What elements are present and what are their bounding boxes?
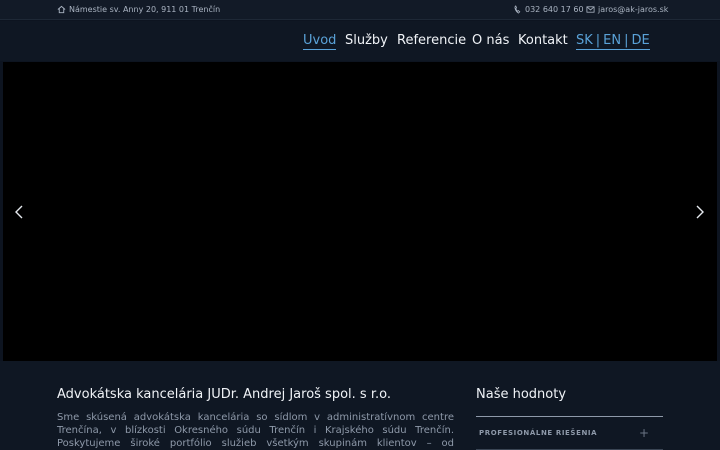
email-text[interactable]: jaros@ak-jaros.sk bbox=[598, 5, 668, 14]
address: Námestie sv. Anny 20, 911 01 Trenčín bbox=[57, 5, 220, 14]
values-title: Naše hodnoty bbox=[476, 387, 567, 402]
hero-slider bbox=[3, 62, 717, 361]
lang-de[interactable]: DE bbox=[632, 33, 650, 48]
lang-separator: | bbox=[624, 33, 629, 48]
envelope-icon bbox=[586, 5, 595, 14]
language-switcher: SK | EN | DE bbox=[576, 33, 650, 50]
about-title: Advokátska kancelária JUDr. Andrej Jaroš… bbox=[57, 387, 391, 402]
plus-icon[interactable]: + bbox=[639, 426, 649, 440]
nav-kontakt[interactable]: Kontakt bbox=[518, 33, 568, 48]
nav-o-nas[interactable]: O nás bbox=[472, 33, 509, 48]
nav-referencie[interactable]: Referencie bbox=[397, 33, 466, 48]
accordion-label[interactable]: PROFESIONÁLNE RIEŠENIA bbox=[479, 429, 597, 437]
phone-text[interactable]: 032 640 17 60 bbox=[525, 5, 584, 14]
main-navigation: Uvod Služby Referencie O nás Kontakt SK |… bbox=[0, 21, 720, 61]
home-icon bbox=[57, 5, 66, 14]
phone[interactable]: 032 640 17 60 bbox=[513, 5, 584, 14]
about-text: Sme skúsená advokátska kancelária so síd… bbox=[57, 412, 454, 449]
accordion-item[interactable]: PROFESIONÁLNE RIEŠENIA + bbox=[476, 416, 663, 450]
lang-separator: | bbox=[595, 33, 601, 48]
chevron-right-icon[interactable] bbox=[694, 204, 706, 220]
phone-icon bbox=[513, 5, 522, 14]
chevron-left-icon[interactable] bbox=[13, 204, 25, 220]
lang-en[interactable]: EN bbox=[603, 33, 621, 48]
top-info-bar: Námestie sv. Anny 20, 911 01 Trenčín 032… bbox=[0, 0, 720, 20]
address-text: Námestie sv. Anny 20, 911 01 Trenčín bbox=[69, 5, 221, 14]
email[interactable]: jaros@ak-jaros.sk bbox=[586, 5, 668, 14]
nav-uvod[interactable]: Uvod bbox=[303, 33, 337, 50]
nav-sluzby[interactable]: Služby bbox=[345, 33, 388, 48]
content-section: Advokátska kancelária JUDr. Andrej Jaroš… bbox=[0, 361, 720, 450]
lang-sk[interactable]: SK bbox=[576, 33, 593, 48]
